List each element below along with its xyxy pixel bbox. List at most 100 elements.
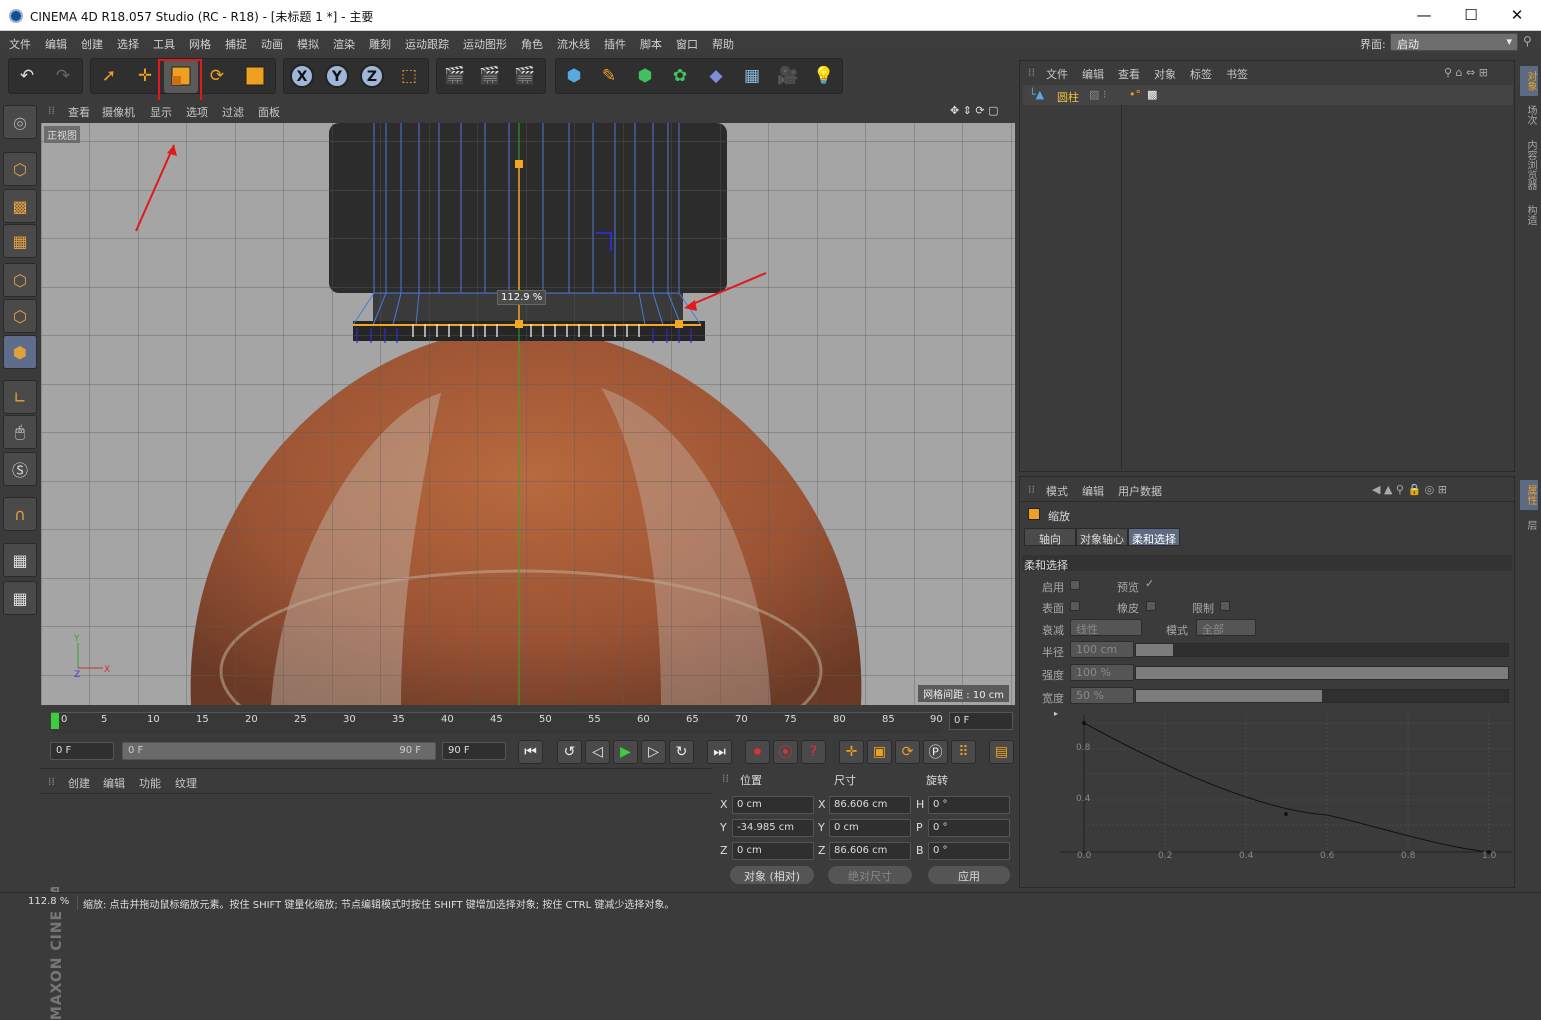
- side-tab-layers[interactable]: 层: [1520, 514, 1538, 536]
- goto-start-icon[interactable]: ⏮: [518, 740, 543, 764]
- viewport-front[interactable]: Y X Z 正视图 112.9 % 网格间距 : 10 cm: [41, 123, 1015, 705]
- limit-checkbox[interactable]: [1220, 601, 1230, 611]
- frame-range-slider[interactable]: 0 F 90 F: [122, 742, 436, 760]
- cube-icon[interactable]: ⬢: [557, 59, 591, 93]
- keyframe-selection-icon[interactable]: ?: [801, 740, 826, 764]
- light-icon[interactable]: 💡: [807, 59, 841, 93]
- obj-menu-tags[interactable]: 标签: [1190, 66, 1212, 82]
- pos-z-field[interactable]: 0 cm: [732, 842, 814, 860]
- scale-handle-center[interactable]: [515, 320, 523, 328]
- size-x-field[interactable]: 86.606 cm: [829, 796, 911, 814]
- side-tab-objects[interactable]: 对象: [1520, 66, 1538, 96]
- side-tab-attributes[interactable]: 属性: [1520, 480, 1538, 510]
- obj-toolbar-icons[interactable]: ⚲ ⌂ ⇔ ⊞: [1444, 66, 1488, 79]
- tab-axis[interactable]: 轴向: [1024, 528, 1076, 546]
- falloff-dropdown[interactable]: 线性: [1070, 619, 1142, 636]
- polygons-mode-icon[interactable]: ⬢: [3, 335, 37, 369]
- key-scale-icon[interactable]: ▣: [867, 740, 892, 764]
- pos-y-field[interactable]: -34.985 cm: [732, 819, 814, 837]
- coord-mode-dropdown[interactable]: 对象 (相对): [730, 866, 814, 884]
- mat-menu-create[interactable]: 创建: [68, 775, 90, 791]
- size-y-field[interactable]: 0 cm: [829, 819, 911, 837]
- menu-simulate[interactable]: 模拟: [297, 36, 319, 52]
- z-axis-icon[interactable]: Z: [355, 59, 389, 93]
- move-tool-icon[interactable]: ✛: [128, 59, 162, 93]
- search-icon[interactable]: ⚲: [1523, 34, 1532, 48]
- workplane-mode-icon[interactable]: ▦: [3, 224, 37, 258]
- minimize-button[interactable]: —: [1401, 0, 1447, 31]
- material-tag-icon[interactable]: ▩: [1147, 88, 1157, 101]
- menu-create[interactable]: 创建: [81, 36, 103, 52]
- attr-menu-edit[interactable]: 编辑: [1082, 483, 1104, 499]
- menu-script[interactable]: 脚本: [640, 36, 662, 52]
- key-pla-icon[interactable]: ⠿: [951, 740, 976, 764]
- viewport-menu-display[interactable]: 显示: [150, 104, 172, 120]
- size-z-field[interactable]: 86.606 cm: [829, 842, 911, 860]
- obj-menu-view[interactable]: 查看: [1118, 66, 1140, 82]
- phong-tag-icon[interactable]: •°: [1129, 88, 1141, 101]
- obj-menu-object[interactable]: 对象: [1154, 66, 1176, 82]
- tab-object-axis[interactable]: 对象轴心: [1076, 528, 1128, 546]
- axis-mode-icon[interactable]: ∟: [3, 380, 37, 414]
- menu-file[interactable]: 文件: [9, 36, 31, 52]
- solo-icon[interactable]: Ⓢ: [3, 452, 37, 486]
- y-axis-icon[interactable]: Y: [320, 59, 354, 93]
- key-param-icon[interactable]: Ⓟ: [923, 740, 948, 764]
- render-picture-viewer-icon[interactable]: 🎬: [473, 59, 507, 93]
- render-view-icon[interactable]: 🎬: [438, 59, 472, 93]
- menu-help[interactable]: 帮助: [712, 36, 734, 52]
- viewport-nav-icons[interactable]: ✥ ⇕ ⟳ ▢: [950, 104, 999, 117]
- menu-window[interactable]: 窗口: [676, 36, 698, 52]
- cloner-icon[interactable]: ✿: [663, 59, 697, 93]
- viewport-menu-panel[interactable]: 面板: [258, 104, 280, 120]
- menu-plugins[interactable]: 插件: [604, 36, 626, 52]
- mat-menu-edit[interactable]: 编辑: [103, 775, 125, 791]
- recent-tool-icon[interactable]: [238, 59, 272, 93]
- rot-b-field[interactable]: 0 °: [928, 842, 1010, 860]
- pen-tool-icon[interactable]: ✎: [592, 59, 626, 93]
- x-axis-icon[interactable]: X: [285, 59, 319, 93]
- mat-menu-texture[interactable]: 纹理: [175, 775, 197, 791]
- mode-dropdown[interactable]: 全部: [1196, 619, 1256, 636]
- viewport-menu-filter[interactable]: 过滤: [222, 104, 244, 120]
- snap-icon[interactable]: ∩: [3, 497, 37, 531]
- workplane-icon[interactable]: ▦: [3, 581, 37, 615]
- autokey-icon[interactable]: ⦿: [773, 740, 798, 764]
- deformer-icon[interactable]: ◆: [699, 59, 733, 93]
- radius-slider[interactable]: [1135, 643, 1509, 657]
- surface-checkbox[interactable]: [1070, 601, 1080, 611]
- obj-menu-edit[interactable]: 编辑: [1082, 66, 1104, 82]
- radius-field[interactable]: 100 cm: [1070, 641, 1134, 658]
- menu-edit[interactable]: 编辑: [45, 36, 67, 52]
- obj-menu-file[interactable]: 文件: [1046, 66, 1068, 82]
- side-tab-content-browser[interactable]: 内容浏览器: [1520, 134, 1538, 196]
- play-icon[interactable]: ▶: [613, 740, 638, 764]
- obj-menu-bookmarks[interactable]: 书签: [1226, 66, 1248, 82]
- next-frame-icon[interactable]: ▷: [641, 740, 666, 764]
- prev-frame-icon[interactable]: ◁: [585, 740, 610, 764]
- undo-icon[interactable]: ↶: [10, 59, 44, 93]
- end-frame-field[interactable]: 90 F: [442, 742, 506, 760]
- start-frame-field[interactable]: 0 F: [50, 742, 114, 760]
- falloff-curve-graph[interactable]: [1060, 715, 1512, 865]
- width-field[interactable]: 50 %: [1070, 687, 1134, 704]
- points-mode-icon[interactable]: ⬡: [3, 263, 37, 297]
- mat-menu-function[interactable]: 功能: [139, 775, 161, 791]
- timeline-window-icon[interactable]: ▤: [989, 740, 1014, 764]
- tab-soft-selection[interactable]: 柔和选择: [1128, 528, 1180, 546]
- timeline-ruler[interactable]: 0 5 10 15 20 25 30 35 40 45 50 55 60 65 …: [51, 712, 943, 734]
- floor-icon[interactable]: ▦: [735, 59, 769, 93]
- strength-field[interactable]: 100 %: [1070, 664, 1134, 681]
- menu-tools[interactable]: 工具: [153, 36, 175, 52]
- edges-mode-icon[interactable]: ⬡: [3, 299, 37, 333]
- live-selection-icon[interactable]: ➚: [92, 59, 126, 93]
- render-settings-icon[interactable]: 🎬: [508, 59, 542, 93]
- make-editable-icon[interactable]: ◎: [3, 105, 37, 139]
- texture-mode-icon[interactable]: ▩: [3, 189, 37, 223]
- pos-x-field[interactable]: 0 cm: [732, 796, 814, 814]
- camera-icon[interactable]: 🎥: [771, 59, 805, 93]
- width-slider[interactable]: [1135, 689, 1509, 703]
- subdivision-icon[interactable]: ⬢: [628, 59, 662, 93]
- side-tab-takes[interactable]: 场次: [1520, 100, 1538, 130]
- curve-expand-icon[interactable]: ▸: [1054, 709, 1058, 718]
